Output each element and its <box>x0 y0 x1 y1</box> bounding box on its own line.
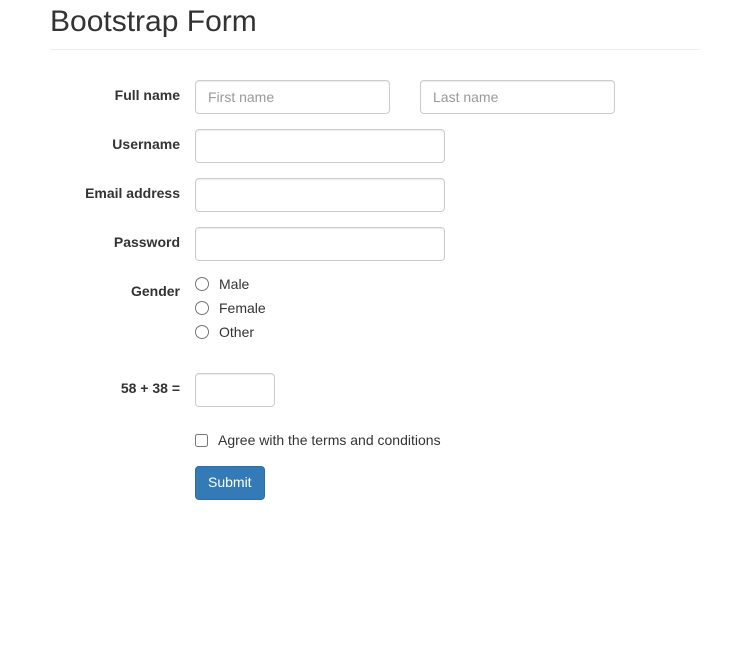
password-input-wrap <box>195 227 445 261</box>
last-name-input[interactable] <box>420 80 615 114</box>
row-email: Email address <box>50 178 700 212</box>
username-label: Username <box>50 129 195 152</box>
submit-button[interactable]: Submit <box>195 466 265 500</box>
username-input-wrap <box>195 129 445 163</box>
gender-option-female[interactable]: Female <box>195 300 266 316</box>
gender-option-other[interactable]: Other <box>195 324 266 340</box>
terms-checkbox[interactable] <box>195 434 208 447</box>
radio-other[interactable] <box>195 325 209 339</box>
email-input-wrap <box>195 178 445 212</box>
row-username: Username <box>50 129 700 163</box>
radio-male-label: Male <box>219 276 249 292</box>
captcha-input[interactable] <box>195 373 275 407</box>
row-password: Password <box>50 227 700 261</box>
row-fullname: Full name <box>50 80 700 114</box>
row-gender: Gender Male Female Other <box>50 276 700 348</box>
radio-female[interactable] <box>195 301 209 315</box>
password-label: Password <box>50 227 195 250</box>
captcha-label: 58 + 38 = <box>50 373 195 396</box>
email-label: Email address <box>50 178 195 201</box>
terms-checkbox-row[interactable]: Agree with the terms and conditions <box>195 432 700 448</box>
terms-label: Agree with the terms and conditions <box>218 432 441 448</box>
gender-radio-group: Male Female Other <box>195 276 266 348</box>
gender-label: Gender <box>50 276 195 299</box>
first-name-input[interactable] <box>195 80 390 114</box>
row-captcha: 58 + 38 = <box>50 373 700 407</box>
fullname-inputs <box>195 80 615 114</box>
page-title: Bootstrap Form <box>50 5 700 39</box>
divider <box>50 49 700 50</box>
password-input[interactable] <box>195 227 445 261</box>
username-input[interactable] <box>195 129 445 163</box>
radio-female-label: Female <box>219 300 266 316</box>
email-input[interactable] <box>195 178 445 212</box>
radio-other-label: Other <box>219 324 254 340</box>
fullname-label: Full name <box>50 80 195 103</box>
captcha-input-wrap <box>195 373 275 407</box>
radio-male[interactable] <box>195 277 209 291</box>
submit-row: Submit <box>195 466 700 500</box>
gender-option-male[interactable]: Male <box>195 276 266 292</box>
